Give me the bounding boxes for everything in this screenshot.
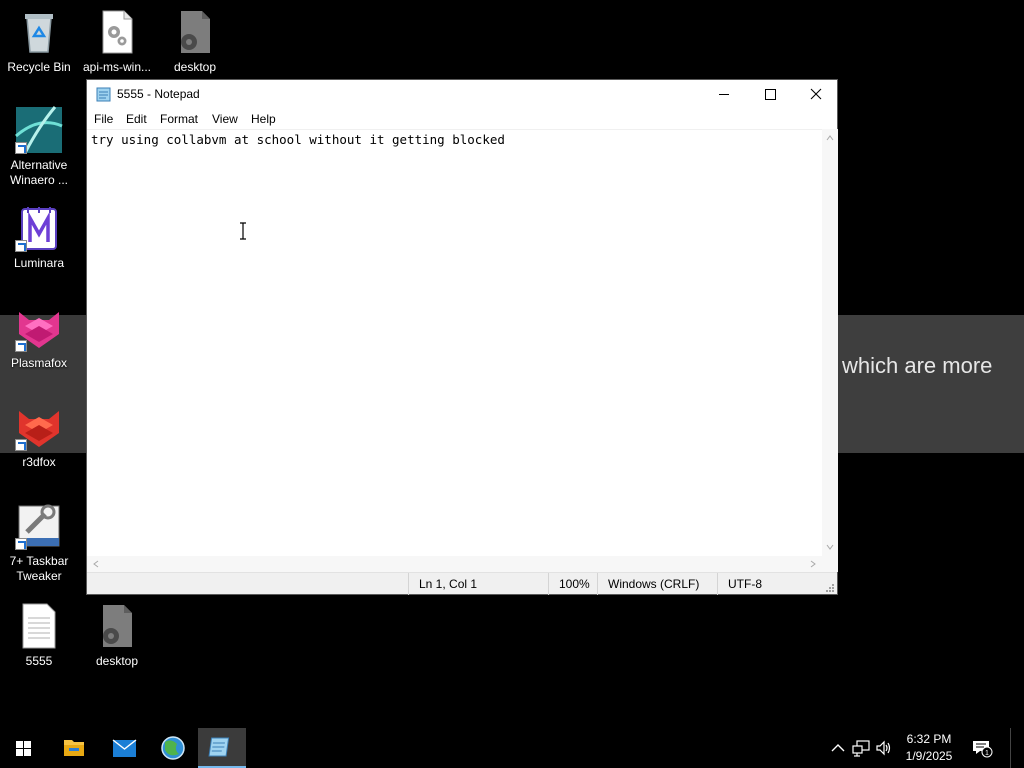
vertical-scrollbar[interactable]	[822, 129, 838, 556]
clock-date: 1/9/2025	[905, 749, 953, 763]
wallpaper-text: which are more	[842, 353, 993, 378]
browser-button[interactable]	[149, 728, 197, 768]
i-beam-cursor-icon	[237, 222, 249, 240]
menu-file[interactable]: File	[94, 112, 113, 126]
desktop-icon-desktop-2[interactable]: desktop	[79, 602, 155, 669]
desktop-icon-luminara[interactable]: Luminara	[1, 204, 77, 271]
title-bar[interactable]: 5555 - Notepad	[87, 80, 837, 109]
text-file-icon	[15, 602, 63, 650]
start-button[interactable]	[0, 728, 48, 768]
window-title: 5555 - Notepad	[117, 87, 200, 101]
desktop-icon-winaero[interactable]: Alternative Winaero ...	[1, 106, 77, 188]
menu-view[interactable]: View	[212, 112, 238, 126]
file-explorer-icon	[64, 740, 84, 756]
shortcut-arrow-icon	[15, 439, 27, 451]
plasmafox-icon	[15, 304, 63, 352]
scrollbar-corner	[822, 556, 838, 572]
minimize-button[interactable]	[701, 80, 747, 109]
clock-time: 6:32 PM	[906, 732, 952, 746]
show-desktop-button[interactable]	[1010, 728, 1024, 768]
wallpaper-band: which are more	[838, 315, 1024, 453]
desktop-icon-label: Plasmafox	[10, 356, 68, 370]
menu-edit[interactable]: Edit	[126, 112, 147, 126]
file-explorer-button[interactable]	[50, 728, 98, 768]
volume-icon[interactable]	[874, 738, 894, 758]
desktop-icon-7-taskbar-tweaker[interactable]: 7+ Taskbar Tweaker	[1, 502, 77, 584]
desktop-icon-recycle-bin[interactable]: Recycle Bin	[1, 8, 77, 75]
desktop-icon-api-ms-win[interactable]: api-ms-win...	[79, 8, 155, 75]
desktop-icon-label: r3dfox	[22, 455, 56, 469]
r3dfox-icon	[15, 403, 63, 451]
horizontal-scrollbar[interactable]	[87, 556, 822, 572]
network-icon[interactable]	[851, 738, 871, 758]
browser-icon	[161, 736, 185, 760]
shortcut-arrow-icon	[15, 538, 27, 550]
notepad-window[interactable]: 5555 - Notepad File Edit Format View Hel…	[86, 79, 838, 595]
menu-help[interactable]: Help	[251, 112, 276, 126]
desktop-icon-label: Recycle Bin	[7, 60, 71, 74]
notepad-icon	[96, 87, 112, 102]
shortcut-arrow-icon	[15, 142, 27, 154]
desktop-icon-label: 5555	[25, 654, 53, 668]
taskbar-tweaker-icon	[15, 502, 63, 550]
mail-icon	[112, 739, 137, 757]
desktop-icon-label: Luminara	[13, 256, 65, 270]
desktop-icon-label: 7+ Taskbar Tweaker	[9, 554, 69, 583]
editor-content[interactable]: try using collabvm at school without it …	[91, 132, 505, 147]
taskbar-clock[interactable]: 6:32 PM 1/9/2025	[895, 731, 963, 765]
action-center-icon[interactable]: 1	[971, 738, 993, 758]
config-file-icon	[93, 602, 141, 650]
shortcut-arrow-icon	[15, 240, 27, 252]
status-bar: Ln 1, Col 1 100% Windows (CRLF) UTF-8	[87, 572, 837, 595]
notepad-icon	[208, 737, 230, 757]
desktop-icon-plasmafox[interactable]: Plasmafox	[1, 304, 77, 371]
notification-count: 1	[985, 750, 989, 757]
notepad-taskbar-button[interactable]	[198, 728, 246, 768]
config-file-icon	[171, 8, 219, 56]
cursor-position: Ln 1, Col 1	[408, 573, 548, 595]
menu-format[interactable]: Format	[160, 112, 198, 126]
desktop-icon-5555[interactable]: 5555	[1, 602, 77, 669]
resize-grip-icon[interactable]	[825, 582, 835, 592]
close-button[interactable]	[793, 80, 839, 109]
line-ending: Windows (CRLF)	[597, 573, 717, 595]
show-hidden-icons-chevron-icon[interactable]	[828, 738, 848, 758]
desktop-icon-label: Alternative Winaero ...	[9, 158, 69, 187]
shortcut-arrow-icon	[15, 340, 27, 352]
taskbar: 6:32 PM 1/9/2025 1	[0, 728, 1024, 768]
desktop-icon-desktop[interactable]: desktop	[157, 8, 233, 75]
desktop-icon-r3dfox[interactable]: r3dfox	[1, 403, 77, 470]
mail-button[interactable]	[100, 728, 148, 768]
maximize-button[interactable]	[747, 80, 793, 109]
zoom-level: 100%	[548, 573, 597, 595]
start-icon	[16, 741, 31, 756]
desktop-icon-label: desktop	[173, 60, 217, 74]
desktop-icon-label: api-ms-win...	[82, 60, 151, 74]
settings-file-icon	[93, 8, 141, 56]
menu-bar: File Edit Format View Help	[87, 109, 837, 129]
recycle-bin-icon	[15, 8, 63, 56]
luminara-icon	[15, 204, 63, 252]
text-editor-area[interactable]: try using collabvm at school without it …	[87, 129, 822, 556]
desktop-icon-label: desktop	[95, 654, 139, 668]
encoding: UTF-8	[717, 573, 822, 595]
winaero-icon	[15, 106, 63, 154]
